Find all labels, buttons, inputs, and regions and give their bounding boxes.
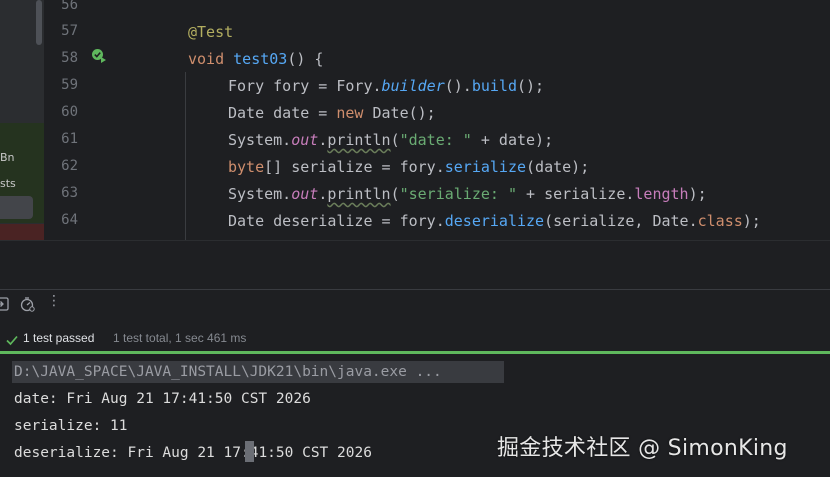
code-text: (). <box>444 77 472 95</box>
line-number: 58 <box>61 50 78 66</box>
code-text: [] serialize = fory. <box>264 158 445 176</box>
static-field: out <box>291 185 319 203</box>
tree-item-bn[interactable]: Bn <box>0 151 15 164</box>
code-line-60: Date date = new Date(); <box>228 103 436 123</box>
keyword: void <box>188 50 225 68</box>
code-text: ); <box>742 212 761 230</box>
code-line-64: Date deserialize = fory.deserialize(seri… <box>228 211 761 231</box>
tests-total-label: 1 test total, 1 sec 461 ms <box>113 331 247 345</box>
code-text: (date); <box>526 158 590 176</box>
string-literal: "serialize: " <box>399 185 517 203</box>
text-cursor <box>245 441 254 462</box>
code-text: ); <box>688 185 707 203</box>
string-literal: "date: " <box>399 131 472 149</box>
code-text: ( <box>390 131 400 149</box>
line-number: 57 <box>61 23 78 39</box>
field: length <box>634 185 689 203</box>
method-call: build <box>471 77 517 95</box>
tree-item-sts[interactable]: sts <box>0 177 16 190</box>
code-line-57: @Test <box>188 22 233 42</box>
run-test-passed-icon[interactable] <box>91 48 107 64</box>
method-call: deserialize <box>444 212 545 230</box>
import-icon[interactable] <box>0 296 10 312</box>
method-call: builder <box>381 77 445 95</box>
indent-guide <box>185 72 186 240</box>
project-scrollbar[interactable] <box>36 0 42 45</box>
code-text: Date date = <box>228 104 337 122</box>
code-text: . <box>318 185 328 203</box>
code-line-61: System.out.println("date: " + date); <box>228 130 553 150</box>
tree-item-selected[interactable] <box>0 196 33 219</box>
code-line-58: void test03() { <box>188 49 323 69</box>
console-text: deserialize: Fri Aug 21 <box>14 445 215 461</box>
code-line-59: Fory fory = Fory.builder().build(); <box>228 76 544 96</box>
line-number: 61 <box>61 131 78 147</box>
method-name: test03 <box>233 50 288 68</box>
code-text: ( <box>390 185 400 203</box>
method-call: serialize <box>444 158 527 176</box>
tree-item-error[interactable] <box>0 224 44 240</box>
code-text: . <box>318 131 328 149</box>
code-text: (); <box>517 77 545 95</box>
timer-icon[interactable] <box>19 296 35 312</box>
line-number: 63 <box>61 185 78 201</box>
method-call: println <box>327 131 391 149</box>
keyword: byte <box>228 158 265 176</box>
code-text: System. <box>228 185 292 203</box>
method-call: println <box>327 185 391 203</box>
more-options-icon[interactable]: ⋮ <box>47 293 61 309</box>
line-number: 60 <box>61 104 78 120</box>
run-toolbar <box>0 289 830 319</box>
panel-divider[interactable] <box>0 240 830 288</box>
watermark: 掘金技术社区 @ SimonKing <box>497 436 788 461</box>
code-text: Fory fory = Fory. <box>228 77 382 95</box>
line-number: 64 <box>61 212 78 228</box>
console-command-text: D:\JAVA_SPACE\JAVA_INSTALL\JDK21\bin\jav… <box>14 364 442 380</box>
static-field: out <box>291 131 319 149</box>
console-line: serialize: 11 <box>14 418 128 434</box>
code-text: Date(); <box>363 104 436 122</box>
code-line-63: System.out.println("serialize: " + seria… <box>228 184 707 204</box>
line-number: 62 <box>61 158 78 174</box>
line-number: 59 <box>61 77 78 93</box>
keyword: new <box>336 104 364 122</box>
code-text: + serialize. <box>517 185 635 203</box>
console-line: date: Fri Aug 21 17:41:50 CST 2026 <box>14 391 311 407</box>
code-text: System. <box>228 131 292 149</box>
console-line: deserialize: Fri Aug 21 17:41:50 CST 202… <box>14 443 372 463</box>
annotation: @Test <box>188 23 234 41</box>
line-number: 56 <box>61 0 78 13</box>
console-command[interactable]: D:\JAVA_SPACE\JAVA_INSTALL\JDK21\bin\jav… <box>14 362 442 382</box>
code-text: + date); <box>471 131 554 149</box>
tests-passed-label: 1 test passed <box>23 331 95 345</box>
code-text: Date deserialize = fory. <box>228 212 445 230</box>
code-line-62: byte[] serialize = fory.serialize(date); <box>228 157 589 177</box>
code-text: (serialize, Date. <box>544 212 698 230</box>
check-icon <box>6 335 18 346</box>
code-text: () { <box>287 50 324 68</box>
keyword: class <box>697 212 743 230</box>
